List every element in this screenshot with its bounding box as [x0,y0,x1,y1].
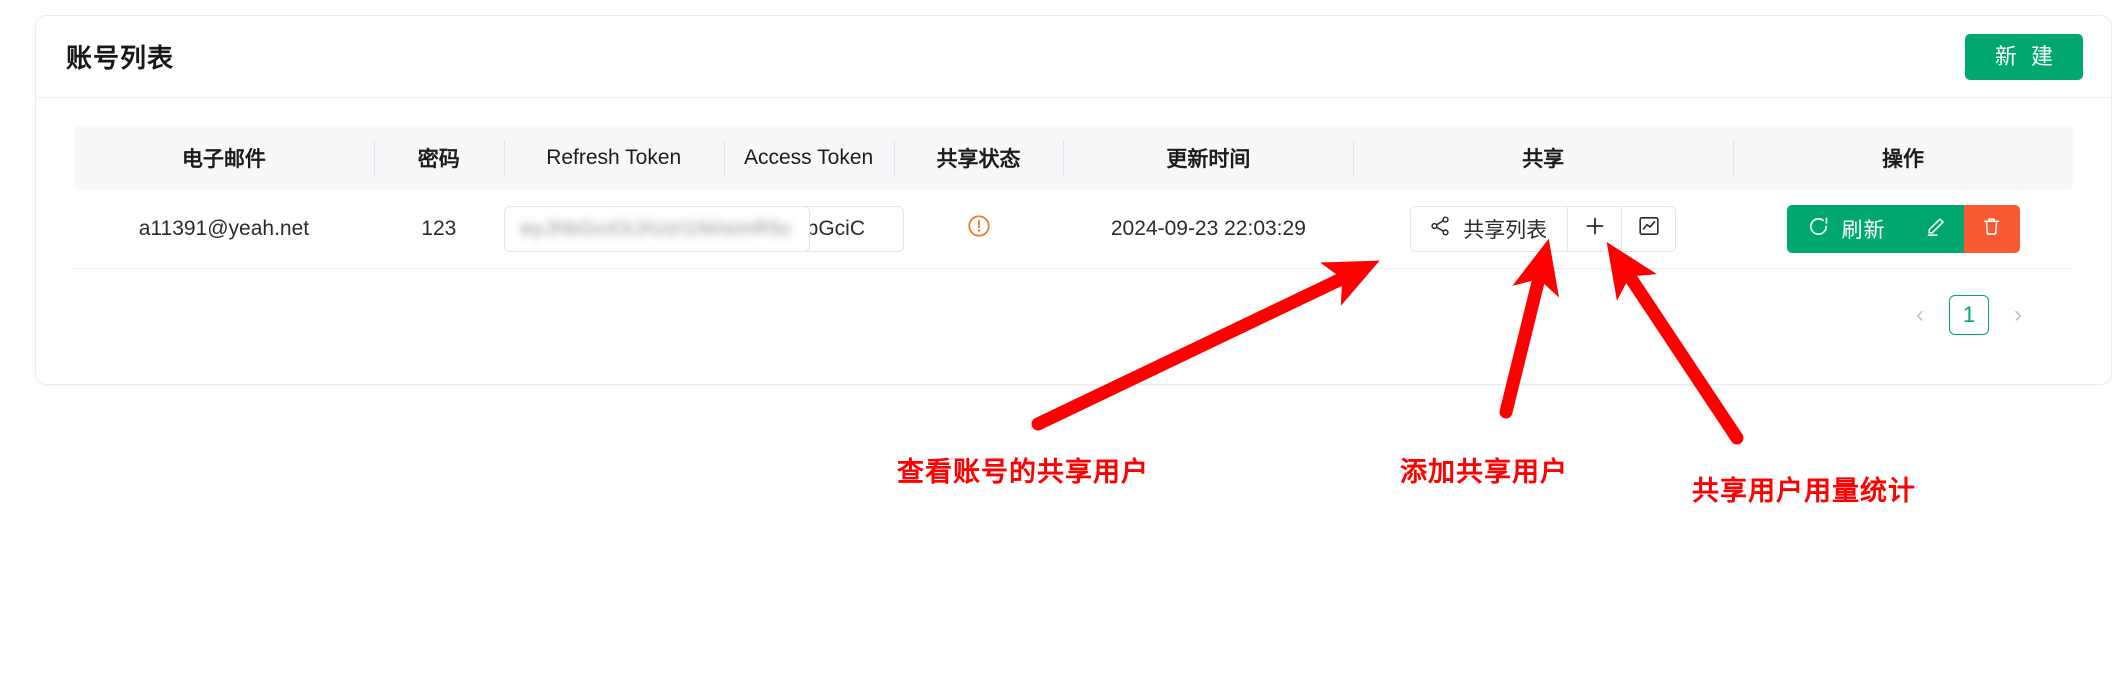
chart-trend-icon [1637,214,1661,244]
column-header-email: 电子邮件 [181,148,266,171]
screen: 账号列表 新 建 电子邮件 密码 Refresh Token Access To… [0,0,2118,688]
table-container: 电子邮件 密码 Refresh Token Access Token 共享状态 … [36,98,2111,335]
refresh-circle-icon [1807,215,1830,244]
edit-button[interactable] [1907,205,1964,253]
refresh-token-chip[interactable]: eyJhbGciOiJIUzI1NiIsInR5c [503,206,810,252]
column-header-refresh-token: Refresh Token [503,126,724,190]
cell-password: 123 [373,190,504,269]
table-header-row: 电子邮件 密码 Refresh Token Access Token 共享状态 … [74,126,2073,190]
operation-button-group: 刷新 [1786,205,2020,253]
share-list-label: 共享列表 [1463,219,1548,242]
share-nodes-icon [1429,215,1451,243]
annotation-label-add-share: 添加共享用户 [1400,457,1568,487]
cell-email: a11391@yeah.net [74,190,374,269]
share-list-button[interactable]: 共享列表 [1410,206,1569,252]
page-title: 账号列表 [66,43,175,73]
annotation-label-usage-stats: 共享用户用量统计 [1692,476,1916,506]
pagination-next-button[interactable]: › [2003,298,2033,332]
share-usage-stats-button[interactable] [1622,206,1677,252]
warning-circle-icon [966,213,992,239]
cell-share: 共享列表 [1353,190,1734,269]
plus-icon [1583,214,1607,244]
account-table: 电子邮件 密码 Refresh Token Access Token 共享状态 … [74,126,2073,269]
delete-button[interactable] [1963,205,2020,253]
card-header: 账号列表 新 建 [36,16,2111,98]
pagination-page-1[interactable]: 1 [1949,295,1989,335]
table-body: a11391@yeah.net 123 eyJhbGciOiJIUzI1NiIs… [74,190,2073,269]
column-header-share: 共享 [1353,126,1733,190]
annotation-label-share-list: 查看账号的共享用户 [897,457,1149,487]
cell-updated-at: 2024-09-23 22:03:29 [1063,190,1354,269]
pagination-prev-button[interactable]: ‹ [1905,298,1935,332]
cell-operations: 刷新 [1733,190,2073,269]
pencil-icon [1924,215,1947,244]
refresh-button-label: 刷新 [1841,219,1886,242]
column-header-operations: 操作 [1733,126,2073,190]
account-list-card: 账号列表 新 建 电子邮件 密码 Refresh Token Access To… [35,15,2112,385]
column-header-access-token: Access Token [723,126,894,190]
refresh-token-value: eyJhbGciOiJIUzI1NiIsInR5c [520,217,793,240]
refresh-button[interactable]: 刷新 [1786,205,1908,253]
share-add-button[interactable] [1568,206,1623,252]
column-header-password: 密码 [373,126,504,190]
cell-refresh-token: eyJhbGciOiJIUzI1NiIsInR5c [503,190,810,269]
new-account-button[interactable]: 新 建 [1964,33,2083,80]
column-header-updated-at: 更新时间 [1063,126,1353,190]
table-row: a11391@yeah.net 123 eyJhbGciOiJIUzI1NiIs… [74,190,2073,269]
cell-share-status [893,190,1064,269]
trash-icon [1980,215,2003,244]
table-header: 电子邮件 密码 Refresh Token Access Token 共享状态 … [74,126,2073,190]
share-button-group: 共享列表 [1410,206,1677,252]
pagination: ‹ 1 › [74,269,2073,335]
column-header-share-status: 共享状态 [893,126,1064,190]
